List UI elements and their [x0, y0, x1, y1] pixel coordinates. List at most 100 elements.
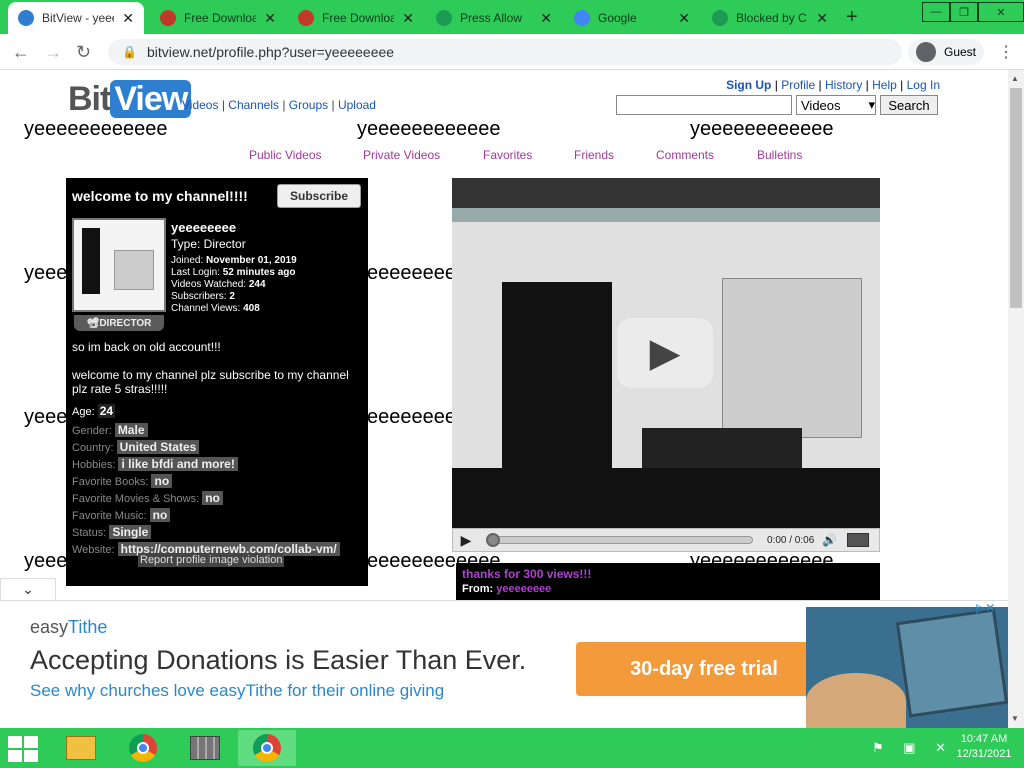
- close-window-button[interactable]: ✕: [978, 2, 1024, 22]
- taskbar-app[interactable]: [176, 730, 234, 766]
- close-tab-icon[interactable]: ✕: [540, 10, 552, 27]
- video-frame-part: [452, 468, 880, 528]
- ad-image: [806, 607, 1008, 728]
- channel-name: yeeeeeeee: [171, 220, 237, 235]
- seek-bar[interactable]: [486, 533, 753, 547]
- channel-type: Type: Director: [171, 237, 246, 251]
- forward-arrow-icon[interactable]: →: [44, 42, 62, 63]
- search-input[interactable]: [616, 95, 792, 115]
- taskbar-file-explorer[interactable]: [52, 730, 110, 766]
- field-music: Favorite Music: no: [72, 507, 340, 524]
- description-line: so im back on old account!!!: [72, 340, 221, 354]
- taskbar-clock[interactable]: 10:47 AM 12/31/2021: [952, 732, 1016, 762]
- logo-bit: Bit: [68, 80, 111, 118]
- scroll-thumb[interactable]: [1010, 88, 1022, 308]
- tab-title: Blocked by C: [736, 11, 807, 25]
- close-tab-icon[interactable]: ✕: [122, 10, 134, 27]
- video-controls: ▶ 0:00 / 0:06 🔊: [452, 528, 880, 552]
- browser-tab-bar: BitView - yeee ✕ Free Downloa ✕ Free Dow…: [0, 0, 1024, 34]
- search-type-select[interactable]: Videos ▾: [796, 95, 876, 115]
- section-friends[interactable]: Friends: [574, 148, 614, 162]
- app-icon: [190, 736, 220, 760]
- close-tab-icon[interactable]: ✕: [264, 10, 276, 27]
- search-button[interactable]: Search: [880, 95, 938, 115]
- history-link[interactable]: History: [825, 78, 862, 92]
- ad-cta-button[interactable]: 30-day free trial: [576, 642, 832, 696]
- scroll-up-icon[interactable]: ▲: [1011, 74, 1019, 83]
- tab-bitview[interactable]: BitView - yeee ✕: [8, 2, 144, 34]
- section-comments[interactable]: Comments: [656, 148, 714, 162]
- tab-free-download-2[interactable]: Free Downloa ✕: [288, 2, 424, 34]
- nav-videos[interactable]: Videos: [182, 98, 218, 112]
- nav-upload[interactable]: Upload: [338, 98, 376, 112]
- close-tab-icon[interactable]: ✕: [816, 10, 828, 27]
- field-hobbies: Hobbies: i like bfdi and more!: [72, 456, 340, 473]
- section-public-videos[interactable]: Public Videos: [249, 148, 322, 162]
- collapse-ad-icon[interactable]: ⌄: [0, 578, 56, 600]
- big-play-icon[interactable]: ▶: [617, 318, 713, 388]
- back-arrow-icon[interactable]: ←: [12, 42, 30, 63]
- nav-channels[interactable]: Channels: [228, 98, 279, 112]
- system-tray-icons[interactable]: ⚑ ▣ ✕: [872, 740, 954, 756]
- logo-view: View: [110, 80, 192, 118]
- tab-free-download-1[interactable]: Free Downloa ✕: [150, 2, 286, 34]
- section-private-videos[interactable]: Private Videos: [363, 148, 440, 162]
- play-icon[interactable]: ▶: [453, 532, 479, 549]
- chrome-icon: [129, 734, 157, 762]
- page-content: Bit View Videos | Channels | Groups | Upl…: [0, 70, 1008, 728]
- section-favorites[interactable]: Favorites: [483, 148, 532, 162]
- help-link[interactable]: Help: [872, 78, 897, 92]
- channel-avatar[interactable]: [72, 218, 166, 312]
- profile-label: Guest: [944, 45, 977, 59]
- stat-videos-watched: Videos Watched: 244: [171, 279, 266, 290]
- reload-icon[interactable]: ↻: [76, 42, 91, 63]
- tab-title: Free Downloa: [322, 11, 395, 25]
- channel-stats: Joined: November 01, 2019 Last Login: 52…: [171, 255, 297, 315]
- tab-title: Free Downloa: [184, 11, 257, 25]
- report-image-link[interactable]: Report profile image violation: [138, 553, 285, 567]
- tab-blocked[interactable]: Blocked by C ✕: [702, 2, 838, 34]
- account-links: Sign Up | Profile | History | Help | Log…: [726, 78, 940, 92]
- ad-headline: Accepting Donations is Easier Than Ever.: [30, 645, 527, 675]
- main-nav: Videos | Channels | Groups | Upload: [182, 98, 376, 112]
- minimize-button[interactable]: —: [922, 2, 950, 22]
- ad-brand: easyTithe: [30, 617, 108, 637]
- maximize-button[interactable]: ❐: [950, 2, 978, 22]
- signup-link[interactable]: Sign Up: [726, 78, 771, 92]
- volume-icon[interactable]: 🔊: [822, 533, 837, 547]
- stat-channel-views: Channel Views: 408: [171, 303, 260, 314]
- menu-dots-icon[interactable]: ⋮: [998, 42, 1014, 62]
- page-scrollbar[interactable]: ▲ ▼: [1008, 70, 1024, 728]
- video-frame-part: [722, 278, 862, 438]
- advertisement-banner[interactable]: easyTithe Accepting Donations is Easier …: [0, 600, 1008, 728]
- lock-icon[interactable]: 🔒: [122, 45, 137, 59]
- site-logo[interactable]: Bit View: [68, 80, 192, 119]
- close-tab-icon[interactable]: ✕: [402, 10, 414, 27]
- close-tab-icon[interactable]: ✕: [678, 10, 690, 27]
- director-badge: 📽 DIRECTOR: [74, 315, 164, 331]
- time-readout: 0:00 / 0:06: [767, 534, 815, 546]
- taskbar-chrome-active[interactable]: [238, 730, 296, 766]
- channel-age: Age: 24: [72, 404, 116, 418]
- fullscreen-icon[interactable]: [847, 533, 870, 547]
- profile-link[interactable]: Profile: [781, 78, 815, 92]
- tab-press-allow[interactable]: Press Allow ✕: [426, 2, 562, 34]
- section-bulletins[interactable]: Bulletins: [757, 148, 802, 162]
- taskbar-chrome[interactable]: [114, 730, 172, 766]
- ad-choices-icon[interactable]: ▷✕: [976, 601, 995, 615]
- seek-knob[interactable]: [486, 533, 500, 547]
- video-player[interactable]: ▶: [452, 178, 880, 528]
- profile-button[interactable]: Guest: [908, 39, 985, 65]
- windows-start-icon[interactable]: [8, 736, 38, 762]
- address-bar[interactable]: 🔒 bitview.net/profile.php?user=yeeeeeeee: [108, 39, 902, 65]
- scroll-down-icon[interactable]: ▼: [1011, 714, 1019, 723]
- subscribe-button[interactable]: Subscribe: [277, 184, 361, 208]
- comment-author-link[interactable]: yeeeeeeee: [496, 583, 551, 595]
- login-link[interactable]: Log In: [907, 78, 940, 92]
- avatar-icon: [916, 42, 936, 62]
- nav-groups[interactable]: Groups: [289, 98, 328, 112]
- new-tab-button[interactable]: +: [846, 6, 858, 29]
- field-country: Country: United States: [72, 439, 340, 456]
- badge-label: DIRECTOR: [99, 317, 152, 329]
- tab-google[interactable]: Google ✕: [564, 2, 700, 34]
